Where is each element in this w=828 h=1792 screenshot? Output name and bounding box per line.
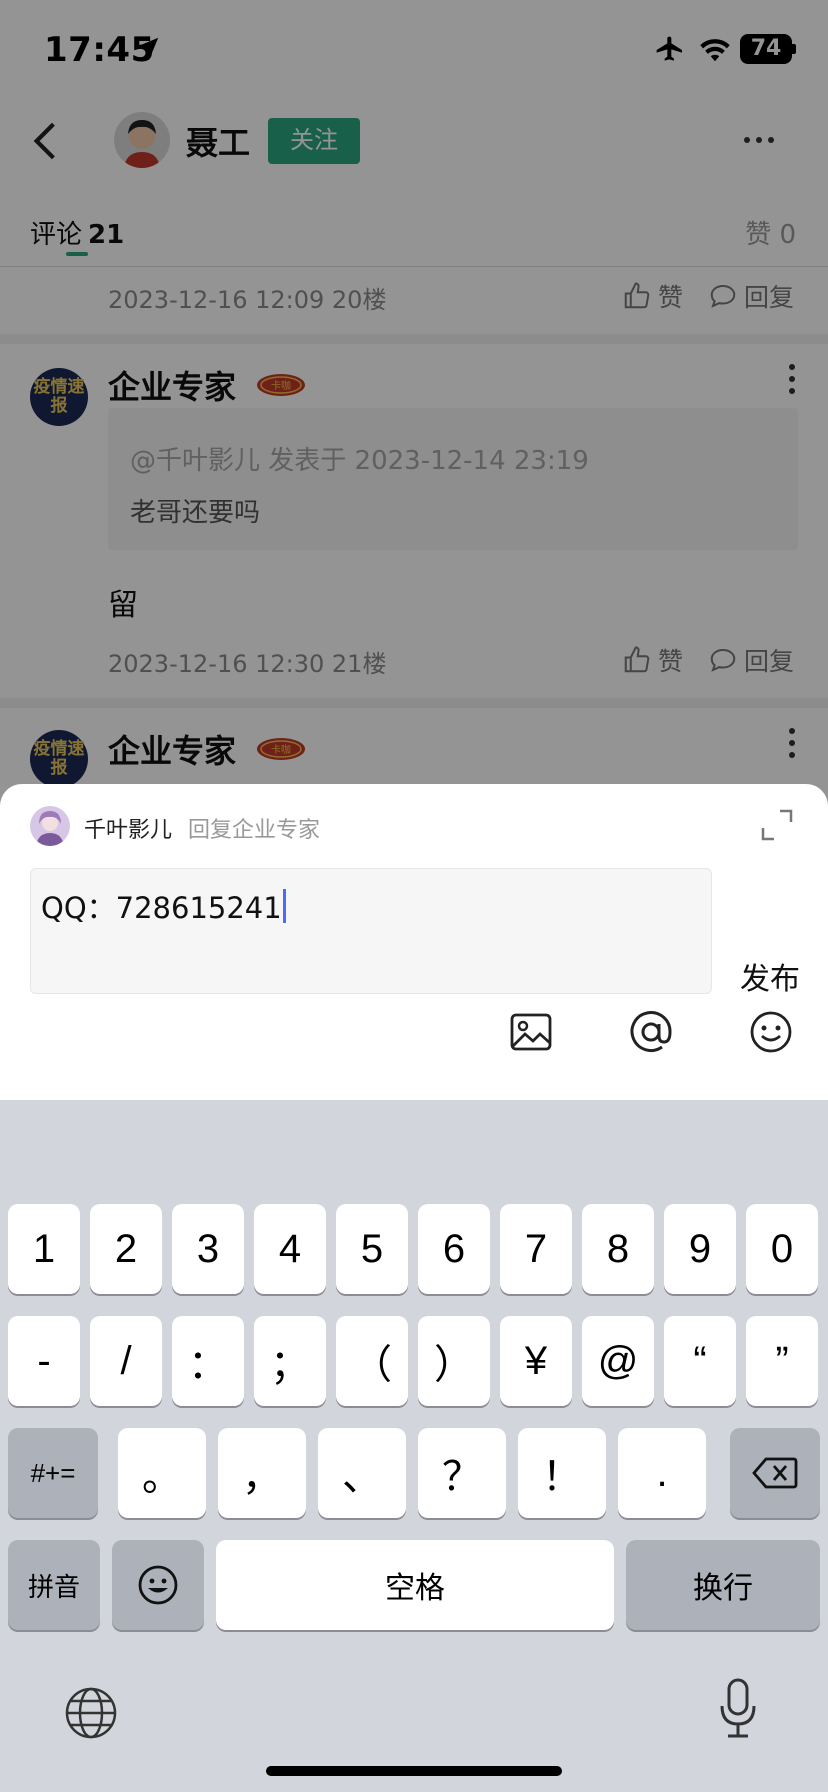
key-punct-3[interactable]: ？ xyxy=(418,1428,506,1518)
reply-panel: 千叶影儿 回复企业专家 QQ：728615241 发布 xyxy=(0,784,828,1100)
expand-icon[interactable] xyxy=(760,808,794,842)
key-7[interactable]: 7 xyxy=(500,1204,572,1294)
key-3[interactable]: 3 xyxy=(172,1204,244,1294)
key-2[interactable]: 2 xyxy=(90,1204,162,1294)
key-symbol-2[interactable]: ： xyxy=(172,1316,244,1406)
key-punct-5[interactable]: . xyxy=(618,1428,706,1518)
emoji-face-icon xyxy=(138,1565,178,1605)
microphone-icon[interactable] xyxy=(718,1678,758,1740)
key-symbol-0[interactable]: - xyxy=(8,1316,80,1406)
replier-avatar xyxy=(30,806,70,846)
emoji-icon[interactable] xyxy=(749,1010,793,1054)
key-9[interactable]: 9 xyxy=(664,1204,736,1294)
key-4[interactable]: 4 xyxy=(254,1204,326,1294)
reply-input[interactable]: QQ：728615241 xyxy=(30,868,712,994)
emoji-key[interactable] xyxy=(112,1540,204,1630)
key-symbol-4[interactable]: （ xyxy=(336,1316,408,1406)
key-symbol-8[interactable]: “ xyxy=(664,1316,736,1406)
key-symbol-9[interactable]: ” xyxy=(746,1316,818,1406)
key-punct-2[interactable]: 、 xyxy=(318,1428,406,1518)
key-symbol-6[interactable]: ¥ xyxy=(500,1316,572,1406)
home-indicator xyxy=(266,1766,562,1776)
globe-icon[interactable] xyxy=(64,1686,118,1740)
replier-name: 千叶影儿 xyxy=(84,818,173,843)
pinyin-key[interactable]: 拼音 xyxy=(8,1540,100,1630)
space-key[interactable]: 空格 xyxy=(216,1540,614,1630)
reply-to-label: 回复企业专家 xyxy=(188,818,321,843)
key-symbol-7[interactable]: @ xyxy=(582,1316,654,1406)
image-icon[interactable] xyxy=(509,1010,553,1054)
key-6[interactable]: 6 xyxy=(418,1204,490,1294)
key-symbol-1[interactable]: / xyxy=(90,1316,162,1406)
delete-key[interactable] xyxy=(730,1428,820,1518)
symbols-key[interactable]: #+= xyxy=(8,1428,98,1518)
return-key[interactable]: 换行 xyxy=(626,1540,820,1630)
key-punct-1[interactable]: ， xyxy=(218,1428,306,1518)
mention-icon[interactable] xyxy=(629,1010,673,1054)
key-1[interactable]: 1 xyxy=(8,1204,80,1294)
key-symbol-3[interactable]: ； xyxy=(254,1316,326,1406)
backspace-icon xyxy=(752,1457,798,1489)
key-punct-4[interactable]: ！ xyxy=(518,1428,606,1518)
publish-button[interactable]: 发布 xyxy=(740,954,800,998)
key-5[interactable]: 5 xyxy=(336,1204,408,1294)
key-punct-0[interactable]: 。 xyxy=(118,1428,206,1518)
text-caret xyxy=(282,889,286,923)
key-symbol-5[interactable]: ） xyxy=(418,1316,490,1406)
reply-input-value: QQ：728615241 xyxy=(41,891,282,925)
key-8[interactable]: 8 xyxy=(582,1204,654,1294)
key-0[interactable]: 0 xyxy=(746,1204,818,1294)
